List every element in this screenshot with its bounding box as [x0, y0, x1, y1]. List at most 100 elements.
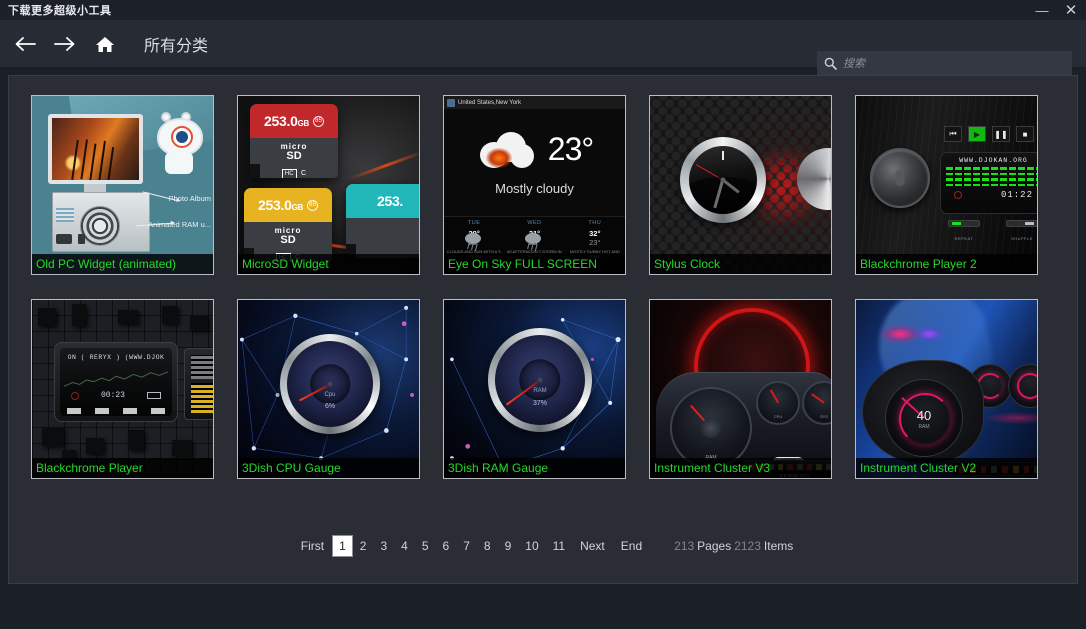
power-icon	[954, 191, 962, 199]
forecast-low: 23°	[589, 238, 600, 247]
widget-label: 3Dish CPU Gauge	[238, 458, 419, 478]
widget-thumbnail: 0 1 2 3 4 5 6 7 8	[238, 300, 419, 478]
page-4[interactable]: 4	[394, 536, 415, 556]
page-first[interactable]: First	[293, 536, 332, 556]
player-url: WWW.DJOKAN.ORG	[946, 157, 1037, 164]
power-icon	[71, 392, 79, 400]
previous-icon: ⏮	[944, 126, 962, 142]
search-box[interactable]	[817, 51, 1072, 76]
window-title: 下载更多超级小工具	[8, 2, 112, 18]
widget-label: 3Dish RAM Gauge	[444, 458, 625, 478]
search-input[interactable]	[843, 51, 1072, 76]
page-5[interactable]: 5	[415, 536, 436, 556]
location-icon	[447, 99, 455, 107]
pause-icon: ❚❚	[992, 126, 1010, 142]
sd-class-badge: 85	[307, 200, 318, 211]
page-11[interactable]: 11	[546, 536, 572, 556]
widget-label: Eye On Sky FULL SCREEN	[444, 254, 625, 274]
widget-card[interactable]: United States,New York 23° Mostly cloudy	[443, 95, 626, 275]
cloud-icon	[476, 128, 538, 172]
gauge-name: RAM	[495, 388, 585, 394]
page-2[interactable]: 2	[353, 536, 374, 556]
widget-label: Old PC Widget (animated)	[32, 254, 213, 274]
widget-card[interactable]: 40 RAM Instrument Cluster V2	[855, 299, 1038, 479]
widget-card[interactable]: RAM CPU SYS	[649, 299, 832, 479]
gauge-label: RAM	[886, 424, 962, 430]
close-button[interactable]: ✕	[1056, 0, 1086, 20]
main-gauge: RAM	[670, 387, 752, 469]
back-button[interactable]	[8, 27, 42, 61]
page-6[interactable]: 6	[436, 536, 457, 556]
mascot-icon	[151, 112, 211, 176]
main-gauge: 40 RAM	[885, 379, 963, 457]
navigation-bar: 所有分类	[0, 20, 1086, 67]
widget-card[interactable]: 0 40 80 120 160 200 240 280 320 380	[443, 299, 626, 479]
clock-face	[680, 137, 766, 223]
widget-grid: Photo Album Animated RAM u... Old PC Wid…	[9, 89, 1077, 479]
ram-gauge: 0 40 80 120 160 200 240 280 320 380	[488, 328, 592, 432]
page-count-label: Pages	[697, 539, 731, 553]
content-area: Photo Album Animated RAM u... Old PC Wid…	[0, 67, 1086, 629]
widget-card[interactable]: Photo Album Animated RAM u... Old PC Wid…	[31, 95, 214, 275]
forecast-day: WED 31° 23° 80 AFTERNOON T-STORM IN SPOT…	[504, 217, 564, 254]
widget-label: Blackchrome Player	[32, 458, 213, 478]
widget-thumbnail: RAM CPU SYS	[650, 300, 831, 478]
sd-brand-sd: SD	[244, 235, 332, 246]
sd-card: 253.	[346, 184, 419, 258]
equalizer-display	[946, 167, 1037, 186]
gauge-value: 6%	[287, 403, 373, 410]
stop-icon: ■	[1016, 126, 1034, 142]
annotation-ram: Animated RAM u...	[148, 220, 211, 230]
waveform-display	[64, 370, 168, 388]
widget-card[interactable]: ON ( RERYX ) (WWW.DJOK 00:23	[31, 299, 214, 479]
page-count: 213	[674, 539, 694, 553]
weather-location: United States,New York	[458, 100, 521, 106]
forward-button[interactable]	[48, 27, 82, 61]
widget-label: Instrument Cluster V3	[650, 458, 831, 478]
widget-thumbnail: ⏮ ▶ ❚❚ ■ WWW.DJOKAN.ORG	[856, 96, 1037, 274]
widget-card[interactable]: 253.0GB 85 micro SD HC C	[237, 95, 420, 275]
page-9[interactable]: 9	[498, 536, 519, 556]
page-8[interactable]: 8	[477, 536, 498, 556]
widget-card[interactable]: ⏮ ▶ ❚❚ ■ WWW.DJOKAN.ORG	[855, 95, 1038, 275]
battery-icon	[147, 392, 161, 399]
player-track: ON ( RERYX ) (WWW.DJOK	[60, 354, 172, 361]
volume-knob	[870, 148, 930, 208]
gauge-name: Cpu	[287, 392, 373, 398]
widget-label: Blackchrome Player 2	[856, 254, 1037, 274]
minimize-button[interactable]: —	[1028, 0, 1056, 20]
gauge-value: 40	[886, 408, 962, 423]
widget-card[interactable]: Stylus Clock	[649, 95, 832, 275]
page-10[interactable]: 10	[518, 536, 545, 556]
widget-thumbnail: 0 40 80 120 160 200 240 280 320 380	[444, 300, 625, 478]
sd-brand-sd: SD	[250, 151, 338, 162]
cluster-body: 40 RAM	[862, 360, 984, 464]
weather-temperature: 23°	[548, 131, 593, 168]
page-1[interactable]: 1	[332, 535, 353, 557]
page-3[interactable]: 3	[373, 536, 394, 556]
window-controls: — ✕	[1028, 0, 1086, 20]
page-end[interactable]: End	[613, 536, 650, 556]
sd-unit: GB	[298, 119, 309, 128]
cpu-gauge: 0 1 2 3 4 5 6 7 8	[280, 334, 380, 434]
shuffle-toggle: SHUFFLE	[1006, 220, 1037, 245]
widget-thumbnail: ON ( RERYX ) (WWW.DJOK 00:23	[32, 300, 213, 478]
forecast-day-name: TUE	[468, 220, 481, 226]
widget-thumbnail: United States,New York 23° Mostly cloudy	[444, 96, 625, 274]
sd-capacity: 253.0	[264, 113, 298, 129]
gauge-label: SYS	[804, 414, 831, 419]
page-next[interactable]: Next	[572, 536, 613, 556]
sd-brand-hc: HC	[282, 169, 297, 178]
widget-thumbnail: Photo Album Animated RAM u...	[32, 96, 213, 274]
gallery-panel: Photo Album Animated RAM u... Old PC Wid…	[8, 75, 1078, 584]
sub-gauge: SYS	[802, 381, 831, 425]
forecast-day-name: WED	[527, 220, 541, 226]
forecast-day-name: THU	[588, 220, 601, 226]
player-time: 00:23	[101, 391, 125, 400]
forecast-day: TUE 29° 23° CLOUDS AND SUN WITH A T-STOR…	[444, 217, 504, 254]
widget-label: Stylus Clock	[650, 254, 831, 274]
annotation-photo-album: Photo Album	[168, 194, 211, 204]
home-button[interactable]	[88, 27, 122, 61]
widget-card[interactable]: 0 1 2 3 4 5 6 7 8	[237, 299, 420, 479]
page-7[interactable]: 7	[456, 536, 477, 556]
